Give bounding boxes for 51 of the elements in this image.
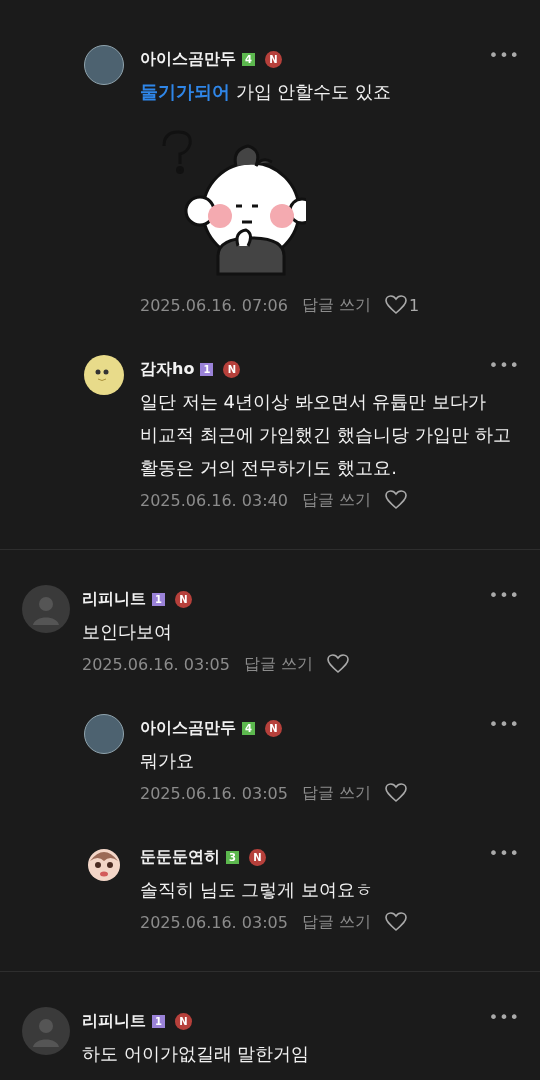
user-name[interactable]: 리피니트 <box>82 1010 146 1032</box>
user-name[interactable]: 아이스곰만두 <box>140 717 236 739</box>
user-name[interactable]: 아이스곰만두 <box>140 48 236 70</box>
more-options-button[interactable]: ••• <box>488 715 520 734</box>
heart-icon[interactable] <box>385 783 407 803</box>
comment-text: 솔직히 님도 그렇게 보여요ㅎ <box>140 878 375 902</box>
user-name[interactable]: 감자ho <box>140 358 195 380</box>
level-badge: 4 <box>242 721 255 735</box>
more-options-button[interactable]: ••• <box>488 1008 520 1027</box>
level-badge: 4 <box>242 52 255 66</box>
new-badge: N <box>265 50 282 68</box>
reply-link[interactable]: 답글 쓰기 <box>301 489 371 511</box>
user-name[interactable]: 리피니트 <box>82 588 146 610</box>
comment-text: 보인다보여 <box>82 620 173 644</box>
level-badge: 1 <box>152 1014 165 1028</box>
new-badge: N <box>265 719 282 737</box>
comment-date: 2025.06.16. 03:05 <box>140 912 288 932</box>
heart-icon[interactable] <box>327 654 349 674</box>
user-name[interactable]: 둔둔둔연히 <box>140 846 220 868</box>
level-badge: 3 <box>226 850 239 864</box>
more-options-button[interactable]: ••• <box>488 844 520 863</box>
more-options-button[interactable]: ••• <box>488 356 520 375</box>
default-avatar-icon <box>22 1007 70 1055</box>
more-options-button[interactable]: ••• <box>488 586 520 605</box>
comment-date: 2025.06.16. 03:05 <box>82 654 230 674</box>
heart-icon[interactable] <box>385 490 407 510</box>
level-badge: 1 <box>200 362 214 376</box>
comment-date: 2025.06.16. 07:06 <box>140 295 288 315</box>
reply-link[interactable]: 답글 쓰기 <box>301 782 371 804</box>
comment-text: 하도 어이가없길래 말한거임 <box>82 1042 311 1066</box>
reply-link[interactable]: 답글 쓰기 <box>243 653 313 675</box>
avatar-photo <box>84 714 124 754</box>
default-avatar-icon <box>22 585 70 633</box>
level-badge: 1 <box>152 592 165 606</box>
avatar-photo <box>84 45 124 85</box>
comment-text: 일단 저는 4년이상 봐오면서 유튭만 보다가 비교적 최근에 가입했긴 했습니당 가입만 하고 활동은 거의 전무하기도 했고요. <box>140 390 512 480</box>
new-badge: N <box>175 1012 192 1030</box>
reply-link[interactable]: 답글 쓰기 <box>301 294 371 316</box>
comment-date: 2025.06.16. 03:05 <box>140 783 288 803</box>
heart-icon[interactable] <box>385 295 407 315</box>
like-count: 1 <box>409 295 420 315</box>
heart-icon[interactable] <box>385 912 407 932</box>
more-options-button[interactable]: ••• <box>488 46 520 65</box>
comment-text: 둘기가되어 가입 안할수도 있죠 <box>140 80 393 104</box>
new-badge: N <box>249 848 266 866</box>
new-badge: N <box>175 590 192 608</box>
comment-text: 뭐가요 <box>140 749 195 773</box>
new-badge: N <box>223 360 241 378</box>
reply-link[interactable]: 답글 쓰기 <box>301 911 371 933</box>
potato-avatar-icon <box>84 355 124 395</box>
comment-date: 2025.06.16. 03:40 <box>140 490 288 510</box>
